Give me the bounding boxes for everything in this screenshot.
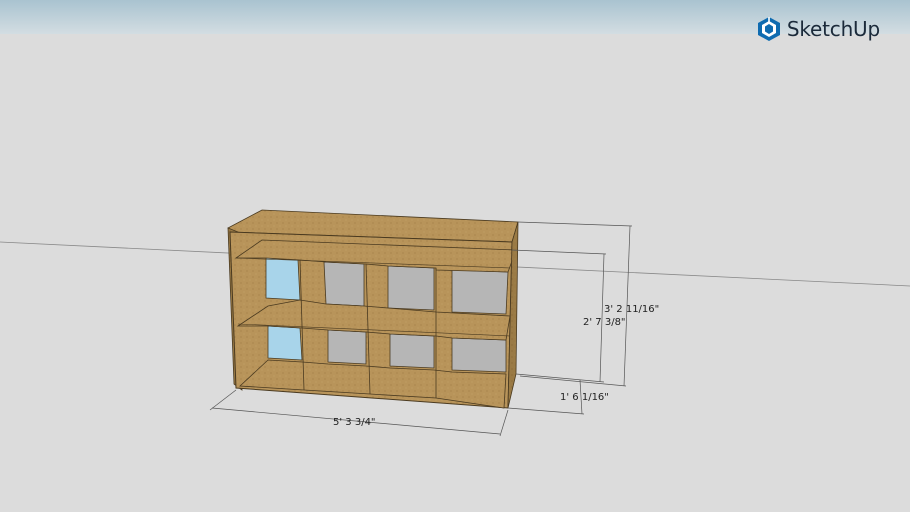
- cubby-r1-c4: [451, 269, 509, 315]
- cubby-r1-c2: [323, 261, 365, 307]
- brand-name: SketchUp: [786, 17, 880, 41]
- dimension-width-label: 5' 3 3/4": [333, 417, 376, 428]
- 3d-viewport[interactable]: 5' 3 3/4" 3' 2 11/16" 2' 7 3/8" 1' 6 1/1…: [0, 0, 910, 512]
- cubby-r2-c1: [267, 325, 303, 361]
- model-canvas: 5' 3 3/4" 3' 2 11/16" 2' 7 3/8" 1' 6 1/1…: [0, 209, 910, 437]
- cubby-r2-c4: [451, 337, 507, 373]
- cubby-r1-c1: [265, 257, 301, 301]
- sketchup-brand: SketchUp: [757, 14, 880, 44]
- dimension-overall-height-label: 3' 2 11/16": [604, 304, 659, 315]
- dimension-height-label: 2' 7 3/8": [583, 317, 626, 328]
- cubby-r1-c3: [387, 265, 435, 311]
- cubby-r2-c3: [389, 333, 435, 369]
- sketchup-logo-icon: [757, 17, 780, 41]
- cubby-r2-c2: [327, 329, 367, 365]
- dimension-depth-label: 1' 6 1/16": [560, 392, 609, 403]
- dimension-height: [511, 249, 607, 383]
